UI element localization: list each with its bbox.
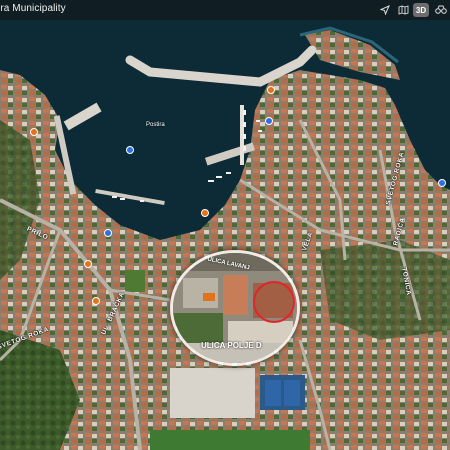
poi-pin[interactable]: [438, 179, 446, 187]
poi-pin[interactable]: [265, 117, 273, 125]
lens-street-bottom: ULICA POLJE D: [201, 341, 262, 350]
map-icon[interactable]: [396, 3, 410, 17]
binoculars-icon[interactable]: [434, 3, 448, 17]
map-imagery: [0, 0, 450, 450]
poi-pin[interactable]: [201, 209, 209, 217]
poi-pin[interactable]: [92, 297, 100, 305]
poi-pin[interactable]: [30, 128, 38, 136]
poi-pin[interactable]: [126, 146, 134, 154]
poi-pin[interactable]: [104, 229, 112, 237]
target-marker-ring: [253, 281, 295, 323]
window-title: ira Municipality: [0, 3, 66, 14]
poi-pin[interactable]: [84, 260, 92, 268]
satellite-map[interactable]: Postira PRILO SVETOG ROKA UL. BRAČKA SVE…: [0, 0, 450, 450]
3d-toggle-button[interactable]: 3D: [413, 3, 429, 17]
harbor-label: Postira: [146, 122, 165, 128]
poi-pin[interactable]: [267, 86, 275, 94]
location-arrow-icon[interactable]: [378, 3, 392, 17]
map-header-bar: ira Municipality 3D: [0, 0, 450, 20]
magnifier-lens[interactable]: ULICA LAVANJ ULICA POLJE D: [170, 250, 300, 366]
